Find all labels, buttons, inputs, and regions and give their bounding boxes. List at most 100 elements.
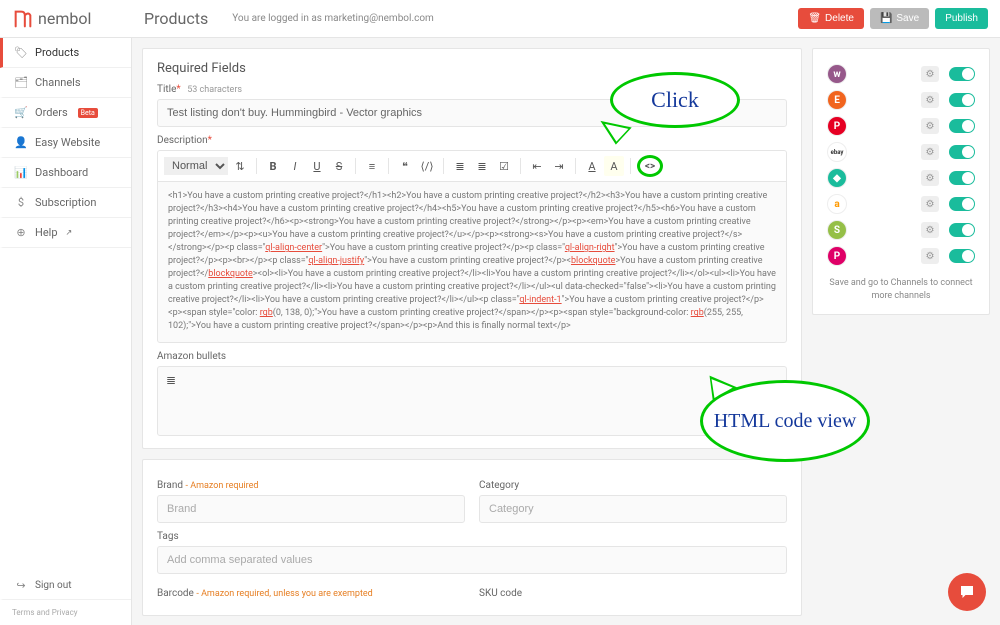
indent-less-button[interactable]: ⇤ [527, 156, 547, 176]
channel-toggle[interactable] [949, 145, 975, 159]
tags-label: Tags [157, 531, 787, 542]
brand-logo[interactable]: nembol [12, 8, 132, 30]
sidebar-icon: $ [15, 197, 27, 209]
amazon-icon: a [827, 194, 847, 214]
prestashop-icon: P [827, 246, 847, 266]
sidebar-item-label: Subscription [35, 196, 96, 209]
channel-settings-button[interactable]: ⚙ [921, 118, 939, 134]
tag-icon: ◆ [827, 168, 847, 188]
strike-button[interactable]: S [329, 156, 349, 176]
sidebar-item-label: Orders [35, 106, 68, 119]
sidebar-item-label: Channels [35, 76, 81, 89]
category-input[interactable] [479, 495, 787, 523]
channel-row-tag: ◆⚙ [827, 165, 975, 191]
chat-icon [958, 583, 976, 601]
italic-button[interactable]: I [285, 156, 305, 176]
sidebar-item-label: Easy Website [35, 136, 100, 149]
sidebar-item-label: Products [35, 46, 79, 59]
list-ordered-button[interactable]: ≣ [450, 156, 470, 176]
channel-row-pinterest: P⚙ [827, 113, 975, 139]
channel-row-shopify: S⚙ [827, 217, 975, 243]
sidebar-item-products[interactable]: 🏷 Products [0, 38, 131, 68]
list-bullet-button[interactable]: ≣ [472, 156, 492, 176]
channel-row-amazon: a⚙ [827, 191, 975, 217]
sidebar-icon: 🏷 [15, 47, 27, 59]
save-button[interactable]: 💾Save [870, 8, 929, 29]
sidebar-item-orders[interactable]: 🛒OrdersBeta [0, 98, 131, 128]
sidebar-item-signout[interactable]: ↪Sign out [0, 571, 131, 600]
channel-toggle[interactable] [949, 197, 975, 211]
channel-toggle[interactable] [949, 93, 975, 107]
save-icon: 💾 [880, 13, 892, 24]
channel-settings-button[interactable]: ⚙ [921, 92, 939, 108]
sidebar-item-label: Dashboard [35, 166, 88, 179]
description-editor[interactable]: <h1>You have a custom printing creative … [157, 181, 787, 343]
sidebar-item-help[interactable]: ⊕ Help ↗ [0, 218, 131, 248]
trash-icon: 🗑 [808, 13, 821, 24]
code-view-button[interactable]: <> [637, 155, 663, 177]
brand-label: Brand - Amazon required [157, 480, 465, 491]
channel-row-prestashop: P⚙ [827, 243, 975, 269]
channel-settings-button[interactable]: ⚙ [921, 170, 939, 186]
list-check-button[interactable]: ☑ [494, 156, 514, 176]
channel-settings-button[interactable]: ⚙ [921, 144, 939, 160]
chevron-updown-icon[interactable]: ⇅ [230, 156, 250, 176]
sidebar-icon: 👤 [15, 137, 27, 149]
align-button[interactable]: ≡ [362, 156, 382, 176]
channel-settings-button[interactable]: ⚙ [921, 196, 939, 212]
external-link-icon: ↗ [66, 228, 73, 237]
details-panel: Brand - Amazon required Category Tags Ba… [142, 459, 802, 616]
sidebar-item-subscription[interactable]: $ Subscription [0, 188, 131, 218]
nembol-icon [12, 8, 34, 30]
login-info: You are logged in as marketing@nembol.co… [232, 13, 434, 24]
channel-toggle[interactable] [949, 223, 975, 237]
codeblock-button[interactable]: ⟨/⟩ [417, 156, 437, 176]
callout-code-view: HTML code view [700, 380, 870, 462]
sidebar-icon: ⊕ [15, 227, 27, 239]
sidebar-item-channels[interactable]: 🗂 Channels [0, 68, 131, 98]
channel-settings-button[interactable]: ⚙ [921, 66, 939, 82]
shopify-icon: S [827, 220, 847, 240]
delete-button[interactable]: 🗑Delete [798, 8, 864, 29]
channel-toggle[interactable] [949, 119, 975, 133]
sidebar-terms[interactable]: Terms and Privacy [0, 600, 131, 625]
bold-button[interactable]: B [263, 156, 283, 176]
channel-settings-button[interactable]: ⚙ [921, 222, 939, 238]
category-label: Category [479, 480, 787, 491]
sidebar-icon: 🗂 [15, 77, 27, 89]
format-select[interactable]: Normal [164, 157, 228, 175]
channel-settings-button[interactable]: ⚙ [921, 248, 939, 264]
channel-toggle[interactable] [949, 67, 975, 81]
amazon-bullets-editor[interactable]: ≣ [157, 366, 787, 436]
pinterest-icon: P [827, 116, 847, 136]
channel-toggle[interactable] [949, 249, 975, 263]
channels-panel: w⚙E⚙P⚙ebay⚙◆⚙a⚙S⚙P⚙ Save and go to Chann… [812, 48, 990, 315]
description-label: Description* [157, 135, 787, 146]
sku-label: SKU code [479, 588, 787, 599]
chat-fab[interactable] [948, 573, 986, 611]
channel-toggle[interactable] [949, 171, 975, 185]
sidebar-item-label: Help [35, 226, 58, 239]
quote-button[interactable]: ❝ [395, 156, 415, 176]
publish-button[interactable]: Publish [935, 8, 988, 29]
indent-more-button[interactable]: ⇥ [549, 156, 569, 176]
ebay-icon: ebay [827, 142, 847, 162]
amazon-bullets-label: Amazon bullets [157, 351, 787, 362]
channel-row-woocommerce: w⚙ [827, 61, 975, 87]
sidebar-item-dashboard[interactable]: 📊 Dashboard [0, 158, 131, 188]
list-icon: ≣ [166, 373, 176, 387]
text-color-button[interactable]: A [582, 156, 602, 176]
sidebar-icon: 📊 [15, 167, 27, 179]
tags-input[interactable] [157, 546, 787, 574]
woocommerce-icon: w [827, 64, 847, 84]
brand-input[interactable] [157, 495, 465, 523]
sidebar: 🏷Products🗂Channels🛒OrdersBeta👤Easy Websi… [0, 38, 132, 625]
etsy-icon: E [827, 90, 847, 110]
bg-color-button[interactable]: A [604, 156, 624, 176]
channels-hint: Save and go to Channels to connect more … [827, 277, 975, 302]
signout-label: Sign out [35, 580, 71, 591]
underline-button[interactable]: U [307, 156, 327, 176]
sidebar-item-easy-website[interactable]: 👤 Easy Website [0, 128, 131, 158]
channel-row-ebay: ebay ⚙ [827, 139, 975, 165]
sidebar-icon: 🛒 [15, 107, 27, 119]
